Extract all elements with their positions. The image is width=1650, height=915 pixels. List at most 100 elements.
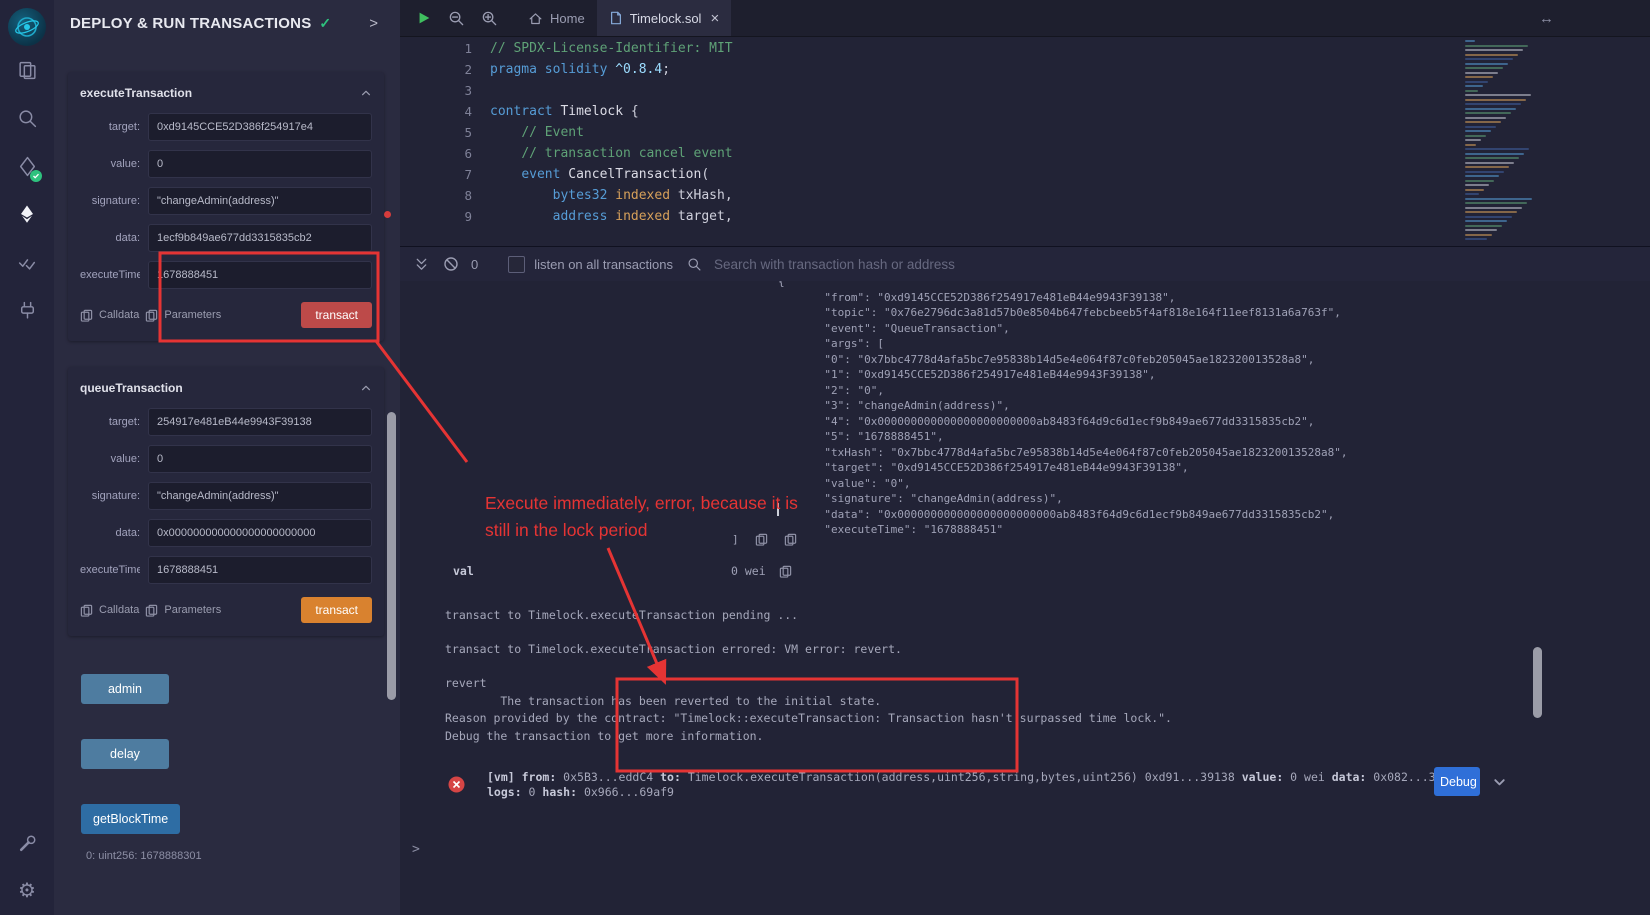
home-icon <box>528 11 543 26</box>
log-revert-line: The transaction has been reverted to the… <box>445 693 1172 711</box>
line-number: 5 <box>400 122 472 143</box>
minimap[interactable] <box>1465 40 1553 242</box>
breakpoint-dot <box>384 211 391 218</box>
collapse-terminal-icon[interactable] <box>414 257 429 272</box>
field-label: value: <box>80 453 140 465</box>
function-name: executeTransaction <box>80 86 192 100</box>
remix-logo[interactable] <box>8 8 46 46</box>
getBlockTime-button[interactable]: getBlockTime <box>81 804 180 834</box>
executeTransaction-value-input[interactable] <box>148 150 372 178</box>
log-revert-line: Debug the transaction to get more inform… <box>445 728 1172 746</box>
copy-icon[interactable] <box>784 533 797 546</box>
collapse-caret-icon[interactable] <box>360 87 372 99</box>
json-line: "3": "changeAdmin(address)", <box>778 398 1348 414</box>
json-line: "0": "0x7bbc4778d4afa5bc7e95838b14d5e4e0… <box>778 352 1348 368</box>
terminal: { "from": "0xd9145CCE52D386f254917e481eB… <box>400 280 1650 915</box>
json-close-bracket: ] <box>732 532 739 548</box>
tab-home[interactable]: Home <box>516 0 597 36</box>
panel-collapse-chevron[interactable]: > <box>369 15 386 32</box>
run-script-icon[interactable] <box>416 10 432 26</box>
settings-icon[interactable]: ⚙ <box>0 867 54 915</box>
code-line: 5 // Event <box>400 122 1650 143</box>
json-line: "1": "0xd9145CCE52D386f254917e481eB44e99… <box>778 367 1348 383</box>
copy-calldata-icon[interactable] <box>80 309 93 322</box>
executeTransaction-transact-button[interactable]: transact <box>301 302 372 328</box>
panel-scrollbar[interactable] <box>387 412 396 700</box>
line-number: 3 <box>400 80 472 101</box>
plugin-manager-icon[interactable] <box>0 286 54 334</box>
code-line: 7 event CancelTransaction( <box>400 164 1650 185</box>
close-tab-icon[interactable]: × <box>710 10 719 27</box>
queueTransaction-executeTime-input[interactable] <box>148 556 372 584</box>
executeTransaction-target-input[interactable] <box>148 113 372 141</box>
tx-summary-row[interactable]: [vm] from: 0x5B3...eddC4 to: Timelock.ex… <box>448 770 1463 799</box>
tx-summary-text: [vm] from: 0x5B3...eddC4 to: Timelock.ex… <box>487 770 1463 799</box>
debugger-icon[interactable] <box>0 819 54 867</box>
file-explorer-icon[interactable] <box>0 46 54 94</box>
expand-horizontal-icon[interactable]: ↔ <box>1539 10 1554 27</box>
queueTransaction-signature-input[interactable] <box>148 482 372 510</box>
unit-testing-icon[interactable] <box>0 238 54 286</box>
executeTransaction-signature-input[interactable] <box>148 187 372 215</box>
queueTransaction-transact-button[interactable]: transact <box>301 597 372 623</box>
call-result: 0: uint256: 1678888301 <box>86 850 400 862</box>
calldata-label: Calldata <box>99 309 139 321</box>
copy-icon[interactable] <box>755 533 768 546</box>
line-number: 6 <box>400 143 472 164</box>
line-number: 9 <box>400 206 472 227</box>
terminal-toolbar: 0 listen on all transactions <box>400 246 1650 281</box>
solidity-compiler-icon[interactable] <box>0 142 54 190</box>
json-line: "topic": "0x76e2796dc3a81d57b0e8504b647f… <box>778 305 1348 321</box>
listen-count-badge: 0 <box>471 257 478 272</box>
debug-button[interactable]: Debug <box>1434 767 1480 796</box>
code-line: 8 bytes32 indexed txHash, <box>400 185 1650 206</box>
code-line: 3 <box>400 80 1650 101</box>
clear-console-icon[interactable] <box>443 256 459 272</box>
text-cursor <box>777 503 779 516</box>
terminal-search-input[interactable] <box>712 256 1046 273</box>
success-check-icon: ✓ <box>319 15 331 32</box>
log-pending: transact to Timelock.executeTransaction … <box>445 607 805 625</box>
queueTransaction-target-input[interactable] <box>148 408 372 436</box>
log-errored: transact to Timelock.executeTransaction … <box>445 641 902 659</box>
queueTransaction-data-input[interactable] <box>148 519 372 547</box>
parameters-label: Parameters <box>164 309 221 321</box>
zoom-in-icon[interactable] <box>481 10 498 27</box>
contract-buttons: admin delay getBlockTime <box>54 674 400 834</box>
listen-checkbox[interactable] <box>508 256 525 273</box>
json-line: "target": "0xd9145CCE52D386f254917e481eB… <box>778 460 1348 476</box>
expand-log-icon[interactable] <box>1492 775 1507 790</box>
executeTransaction-executeTime-input[interactable] <box>148 261 372 289</box>
collapse-caret-icon[interactable] <box>360 382 372 394</box>
calldata-label: Calldata <box>99 604 139 616</box>
executeTransaction-data-input[interactable] <box>148 224 372 252</box>
log-val-row: val 0 wei <box>453 564 474 579</box>
search-icon[interactable] <box>0 94 54 142</box>
copy-parameters-icon[interactable] <box>145 309 158 322</box>
log-revert-line: Reason provided by the contract: "Timelo… <box>445 710 1172 728</box>
delay-button[interactable]: delay <box>81 739 169 769</box>
tab-label: Timelock.sol <box>630 11 702 26</box>
copy-parameters-icon[interactable] <box>145 604 158 617</box>
admin-button[interactable]: admin <box>81 674 169 704</box>
zoom-out-icon[interactable] <box>448 10 465 27</box>
copy-icon[interactable] <box>779 565 792 578</box>
function-card-queueTransaction: queueTransactiontarget:value:signature:d… <box>68 367 384 636</box>
json-line: "args": [ <box>778 336 1348 352</box>
code-line: 2pragma solidity ^0.8.4; <box>400 59 1650 80</box>
json-line: "txHash": "0x7bbc4778d4afa5bc7e95838b14d… <box>778 445 1348 461</box>
field-label: signature: <box>80 195 140 207</box>
queueTransaction-value-input[interactable] <box>148 445 372 473</box>
code-line: 6 // transaction cancel event <box>400 143 1650 164</box>
terminal-prompt[interactable]: > <box>412 842 420 857</box>
code-editor[interactable]: 1// SPDX-License-Identifier: MIT2pragma … <box>400 36 1650 246</box>
deploy-run-icon[interactable] <box>0 190 54 238</box>
file-icon <box>609 11 623 25</box>
val-label: val <box>453 564 474 579</box>
tab-timelock-sol[interactable]: Timelock.sol × <box>597 0 732 36</box>
line-number: 4 <box>400 101 472 122</box>
terminal-scrollbar[interactable] <box>1533 647 1542 718</box>
copy-calldata-icon[interactable] <box>80 604 93 617</box>
json-line: "executeTime": "1678888451" <box>778 522 1348 538</box>
field-label: executeTime: <box>80 269 140 281</box>
